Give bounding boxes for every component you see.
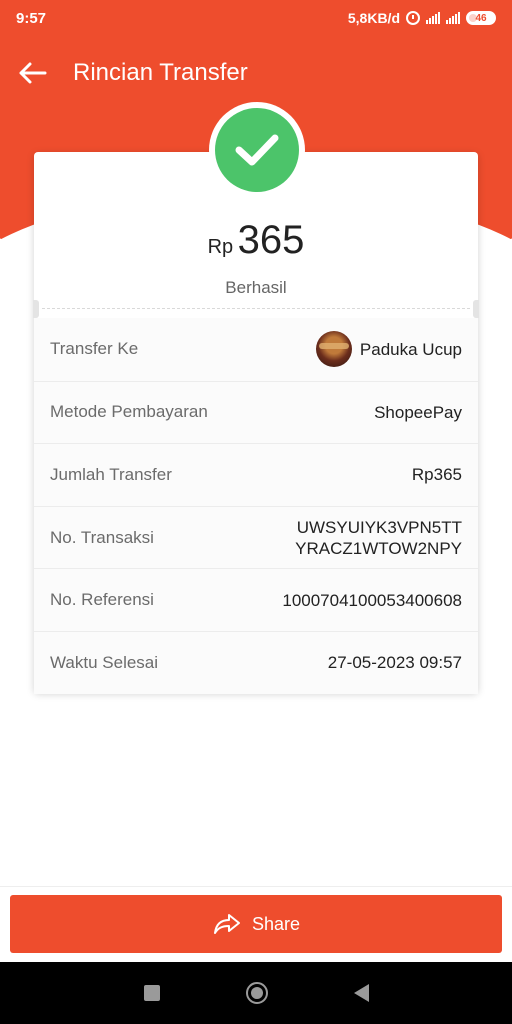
detail-row-transfer-to: Transfer Ke Paduka Ucup <box>34 318 478 381</box>
check-circle <box>215 108 299 192</box>
signal-4g-icon <box>446 12 460 24</box>
detail-value: 27-05-2023 09:57 <box>327 653 462 673</box>
detail-label: Metode Pembayaran <box>50 402 208 422</box>
detail-row-amount: Jumlah Transfer Rp365 <box>34 443 478 506</box>
arrow-left-icon <box>19 62 47 84</box>
transaction-number-line2: YRACZ1WTOW2NPY <box>295 538 462 558</box>
success-badge <box>209 102 305 198</box>
detail-row-transaction-no: No. Transaksi UWSYUIYK3VPN5TT YRACZ1WTOW… <box>34 505 478 569</box>
dashed-divider <box>42 308 470 309</box>
detail-row-completed-time: Waktu Selesai 27-05-2023 09:57 <box>34 630 478 694</box>
share-label: Share <box>251 913 301 934</box>
status-indicators: 5,8KB/d 46 <box>348 10 496 26</box>
currency-label: Rp <box>207 236 234 258</box>
signal-icon <box>426 12 440 24</box>
status-time: 9:57 <box>16 9 47 27</box>
transfer-amount: Rp 365 <box>34 218 478 263</box>
card-notch-right <box>473 300 479 318</box>
app-bar: Rincian Transfer <box>0 48 512 98</box>
bottom-action-bar: Share <box>0 886 512 962</box>
transaction-number-line1: UWSYUIYK3VPN5TT <box>296 517 462 537</box>
detail-value: ShopeePay <box>374 402 462 422</box>
transaction-number: UWSYUIYK3VPN5TT YRACZ1WTOW2NPY <box>295 517 462 559</box>
recents-button[interactable] <box>143 985 160 1001</box>
detail-row-payment-method: Metode Pembayaran ShopeePay <box>34 380 478 444</box>
check-icon <box>235 134 279 166</box>
detail-label: No. Transaksi <box>50 527 154 547</box>
recipient-name: Paduka Ucup <box>359 339 462 359</box>
avatar <box>315 331 352 368</box>
card-notch-left <box>33 300 39 318</box>
page-title: Rincian Transfer <box>73 59 248 86</box>
battery-icon: 46 <box>466 11 496 25</box>
status-bar: 9:57 5,8KB/d 46 <box>0 0 512 36</box>
detail-row-reference-no: No. Referensi 1000704100053400608 <box>34 568 478 631</box>
transfer-status: Berhasil <box>225 278 287 297</box>
share-icon <box>213 914 240 934</box>
detail-label: Waktu Selesai <box>50 652 159 672</box>
battery-level: 46 <box>475 12 487 24</box>
back-button[interactable] <box>0 48 64 98</box>
system-back-button[interactable] <box>353 984 369 1002</box>
system-nav-bar <box>0 962 512 1024</box>
detail-list: Transfer Ke Paduka Ucup Metode Pembayara… <box>34 318 478 694</box>
net-speed: 5,8KB/d <box>347 10 400 26</box>
home-button[interactable] <box>245 982 268 1004</box>
recipient: Paduka Ucup <box>315 331 462 368</box>
detail-label: Jumlah Transfer <box>50 464 172 484</box>
detail-value: 1000704100053400608 <box>282 590 462 610</box>
amount-value: 365 <box>237 218 305 262</box>
detail-value: Rp365 <box>411 465 462 485</box>
transfer-card: Rp 365 Berhasil Transfer Ke Paduka Ucup … <box>33 152 479 694</box>
alarm-icon <box>406 11 420 25</box>
share-button[interactable]: Share <box>10 895 502 953</box>
detail-label: Transfer Ke <box>50 339 139 359</box>
detail-label: No. Referensi <box>50 590 154 610</box>
